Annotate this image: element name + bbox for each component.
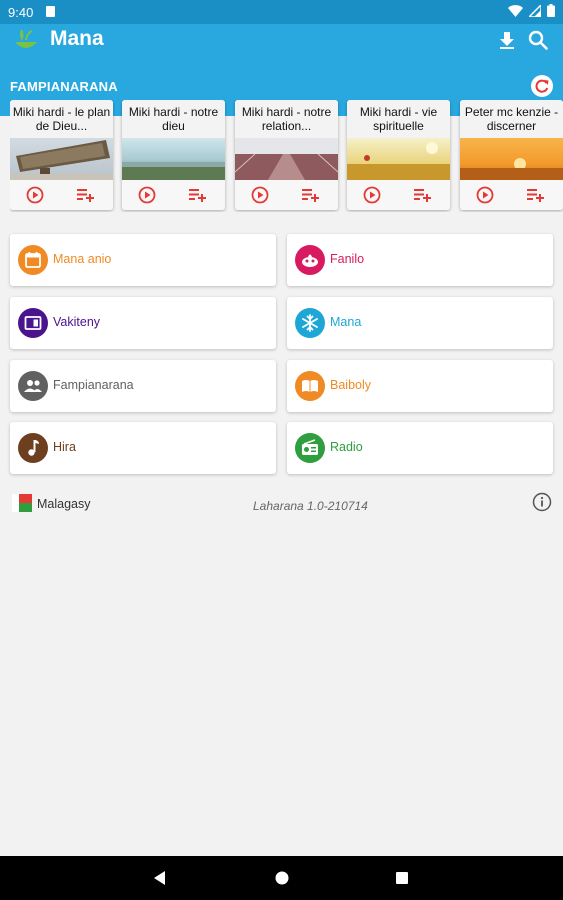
play-icon[interactable] [476, 186, 494, 204]
menu-tile-radio[interactable]: Radio [287, 422, 553, 474]
teaching-title: Peter mc kenzie - discerner [460, 100, 563, 138]
menu-tile-label: Fampianarana [53, 378, 134, 392]
add-to-playlist-icon[interactable] [413, 186, 433, 204]
teaching-title: Miki hardi - notre relation... [235, 100, 338, 138]
language-selector[interactable]: Malagasy [37, 497, 91, 511]
home-icon[interactable] [272, 868, 292, 888]
add-to-playlist-icon[interactable] [76, 186, 96, 204]
menu-tile-mana[interactable]: Mana [287, 297, 553, 349]
teaching-title: Miki hardi - notre dieu [122, 100, 225, 138]
status-bar: 9:40 [0, 0, 563, 24]
people-icon [18, 371, 48, 401]
play-icon[interactable] [363, 186, 381, 204]
search-icon[interactable] [527, 29, 549, 51]
menu-tile-label: Vakiteny [53, 315, 101, 329]
add-to-playlist-icon[interactable] [188, 186, 208, 204]
teaching-title: Miki hardi - vie spirituelle [347, 100, 450, 138]
teaching-thumbnail [10, 138, 113, 180]
play-icon[interactable] [251, 186, 269, 204]
refresh-button[interactable] [531, 75, 553, 97]
signal-icon [529, 4, 541, 17]
lamp-icon [295, 245, 325, 275]
menu-tile-fanilo[interactable]: Fanilo [287, 234, 553, 286]
teaching-thumbnail [122, 138, 225, 180]
book-icon [295, 371, 325, 401]
app-logo-icon [15, 29, 37, 48]
radio-icon [295, 433, 325, 463]
menu-tile-label: Mana anio [53, 252, 112, 266]
add-to-playlist-icon[interactable] [301, 186, 321, 204]
teaching-title: Miki hardi - le plan de Dieu... [10, 100, 113, 138]
battery-icon [547, 4, 555, 17]
status-time: 9:40 [8, 5, 34, 20]
refresh-icon [535, 79, 549, 93]
sd-card-icon [46, 6, 55, 17]
section-title: FAMPIANARANA [10, 79, 118, 94]
teachings-carousel[interactable]: Miki hardi - le plan de Dieu... Miki har… [10, 100, 563, 212]
menu-tile-hira[interactable]: Hira [10, 422, 276, 474]
teaching-card[interactable]: Miki hardi - notre relation... [235, 100, 338, 210]
app-version: Laharana 1.0-210714 [253, 499, 368, 513]
app-title: Mana [50, 27, 104, 50]
teaching-thumbnail [347, 138, 450, 180]
teaching-card[interactable]: Peter mc kenzie - discerner [460, 100, 563, 210]
play-icon[interactable] [26, 186, 44, 204]
menu-tile-label: Mana [330, 315, 362, 329]
back-icon[interactable] [150, 868, 170, 888]
teaching-card[interactable]: Miki hardi - le plan de Dieu... [10, 100, 113, 210]
menu-tile-vakiteny[interactable]: Vakiteny [10, 297, 276, 349]
menu-tile-mana-anio[interactable]: Mana anio [10, 234, 276, 286]
teaching-card[interactable]: Miki hardi - notre dieu [122, 100, 225, 210]
calendar-icon [18, 245, 48, 275]
teaching-thumbnail [235, 138, 338, 180]
menu-tile-label: Baiboly [330, 378, 371, 392]
add-to-playlist-icon[interactable] [526, 186, 546, 204]
menu-tile-fampianarana[interactable]: Fampianarana [10, 360, 276, 412]
recents-icon[interactable] [392, 868, 412, 888]
teaching-card[interactable]: Miki hardi - vie spirituelle [347, 100, 450, 210]
madagascar-flag-icon[interactable] [12, 494, 32, 512]
play-icon[interactable] [138, 186, 156, 204]
wifi-icon [508, 4, 523, 17]
info-icon[interactable] [532, 492, 552, 512]
snowflake-icon [295, 308, 325, 338]
navigation-bar [0, 856, 563, 900]
menu-tile-label: Fanilo [330, 252, 365, 266]
teaching-thumbnail [460, 138, 563, 180]
menu-tile-label: Radio [330, 440, 363, 454]
menu-tile-baiboly[interactable]: Baiboly [287, 360, 553, 412]
menu-tile-label: Hira [53, 440, 76, 454]
music-note-icon [18, 433, 48, 463]
download-icon[interactable] [496, 29, 518, 51]
reading-icon [18, 308, 48, 338]
